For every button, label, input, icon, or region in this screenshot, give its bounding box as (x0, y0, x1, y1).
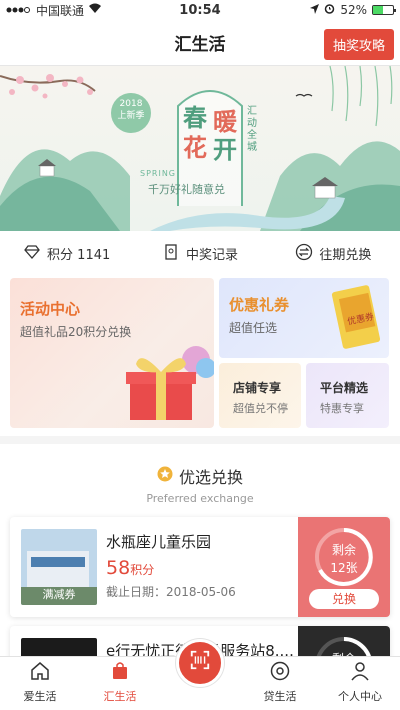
loan-icon (269, 660, 291, 688)
tab-label: 贷生活 (263, 690, 297, 703)
gift-box-icon (126, 346, 214, 420)
remain-label: 剩余 (331, 543, 356, 557)
preferred-title-row: 优选兑换 (0, 464, 400, 488)
remaining-panel: 剩余 12张 兑换 (298, 517, 390, 617)
preferred-exchange-section: 优选兑换 Preferred exchange 满减券 水瓶座儿童乐园 58积分… (0, 444, 400, 710)
app-root: 中国联通 10:54 52% 汇生活 抽奖攻略 2018 上新季 春 暖 花 开… (0, 0, 400, 710)
signal-icon (6, 3, 32, 17)
badge-year: 2018 (119, 99, 143, 109)
win-records-stat[interactable]: 中奖记录 (133, 243, 266, 265)
list-item[interactable]: 满减券 水瓶座儿童乐园 58积分 截止日期：2018-05-06 剩余 12张 … (10, 517, 390, 617)
thumb-label: 满减券 (42, 588, 76, 601)
activity-subtitle: 超值礼品20积分兑换 (20, 325, 132, 339)
preferred-title: 优选兑换 (178, 468, 243, 487)
tab-hui-life[interactable]: 汇生活 (80, 657, 160, 710)
badge-season: 上新季 (117, 111, 145, 121)
item-thumbnail: 满减券 (21, 529, 97, 605)
tab-scan[interactable] (160, 639, 240, 710)
tab-label: 个人中心 (338, 690, 382, 703)
shop-exclusive-card[interactable]: 店铺专享 超值兑不停 (219, 363, 301, 428)
platform-title: 平台精选 (320, 381, 369, 395)
platform-picks-card[interactable]: 平台精选 特惠专享 (306, 363, 389, 428)
points-stat[interactable]: 积分 1141 (0, 243, 133, 265)
shop-subtitle: 超值兑不停 (233, 402, 288, 415)
stats-row: 积分 1141 中奖记录 往期兑换 (0, 231, 400, 276)
exchange-icon (295, 243, 313, 265)
preferred-header: 优选兑换 Preferred exchange (0, 444, 400, 505)
records-label: 中奖记录 (185, 248, 238, 263)
banner-side-text: 汇动全城 (247, 106, 257, 153)
diamond-icon (23, 243, 41, 265)
points-value: 58 (106, 557, 131, 579)
tab-personal-center[interactable]: 个人中心 (320, 657, 400, 710)
banner-spring: SPRING (140, 169, 177, 178)
headline-char-3: 花 (183, 133, 207, 162)
headline-char-2: 暖 (213, 107, 237, 136)
alarm-icon (324, 3, 335, 17)
user-icon (349, 660, 371, 688)
status-bar: 中国联通 10:54 52% (0, 0, 400, 20)
status-left: 中国联通 (6, 2, 146, 19)
item-deadline: 截止日期：2018-05-06 (106, 585, 236, 599)
activity-center-card[interactable]: 活动中心 超值礼品20积分兑换 (10, 278, 214, 428)
history-exchange-stat[interactable]: 往期兑换 (267, 243, 400, 265)
banner-headline: 春 暖 花 开 (183, 104, 243, 164)
spring-banner[interactable]: 2018 上新季 春 暖 花 开 汇动全城 SPRING 千万好礼随意兑 (0, 66, 400, 231)
banner-slogan: 千万好礼随意兑 (148, 183, 225, 196)
headline-char-1: 春 (183, 103, 207, 132)
item-name: 水瓶座儿童乐园 (106, 533, 212, 551)
points-unit: 积分 (130, 563, 155, 577)
preferred-subtitle: Preferred exchange (146, 492, 254, 505)
exchange-button[interactable]: 兑换 (309, 589, 379, 609)
wifi-icon (88, 3, 102, 17)
scan-icon (189, 649, 211, 677)
item-points: 58积分 (106, 557, 154, 579)
tab-label: 爱生活 (23, 690, 57, 703)
history-label: 往期兑换 (319, 248, 372, 263)
shop-title: 店铺专享 (233, 381, 282, 395)
bottom-tab-bar: 爱生活 汇生活 贷生活 个人中心 (0, 639, 400, 710)
shopping-bag-icon (109, 660, 131, 688)
points-label: 积分 1141 (47, 248, 111, 263)
home-icon (29, 660, 51, 688)
lottery-guide-button[interactable]: 抽奖攻略 (323, 29, 394, 60)
star-icon (157, 466, 173, 486)
tab-label: 汇生活 (103, 690, 137, 703)
record-icon (162, 243, 180, 265)
battery-icon (372, 5, 396, 15)
carrier-name: 中国联通 (36, 3, 85, 18)
status-right: 52% (254, 3, 396, 17)
nav-bar: 汇生活 抽奖攻略 (0, 20, 400, 66)
activity-title: 活动中心 (20, 300, 81, 318)
battery-percent: 52% (340, 3, 367, 17)
scan-button[interactable] (176, 639, 224, 687)
status-time: 10:54 (179, 2, 221, 18)
location-icon (310, 3, 320, 17)
banner-badge: 2018 上新季 (111, 98, 151, 122)
tab-ai-life[interactable]: 爱生活 (0, 657, 80, 710)
feature-grid: 活动中心 超值礼品20积分兑换 优惠礼券 超值任选 优惠券 店铺专享 超值兑不停 (0, 276, 400, 436)
remain-count: 12张 (330, 561, 358, 575)
coupon-card[interactable]: 优惠礼券 超值任选 优惠券 (219, 278, 389, 358)
tab-loan-life[interactable]: 贷生活 (240, 657, 320, 710)
page-title: 汇生活 (174, 35, 226, 55)
headline-char-4: 开 (213, 135, 237, 164)
platform-subtitle: 特惠专享 (320, 402, 364, 415)
